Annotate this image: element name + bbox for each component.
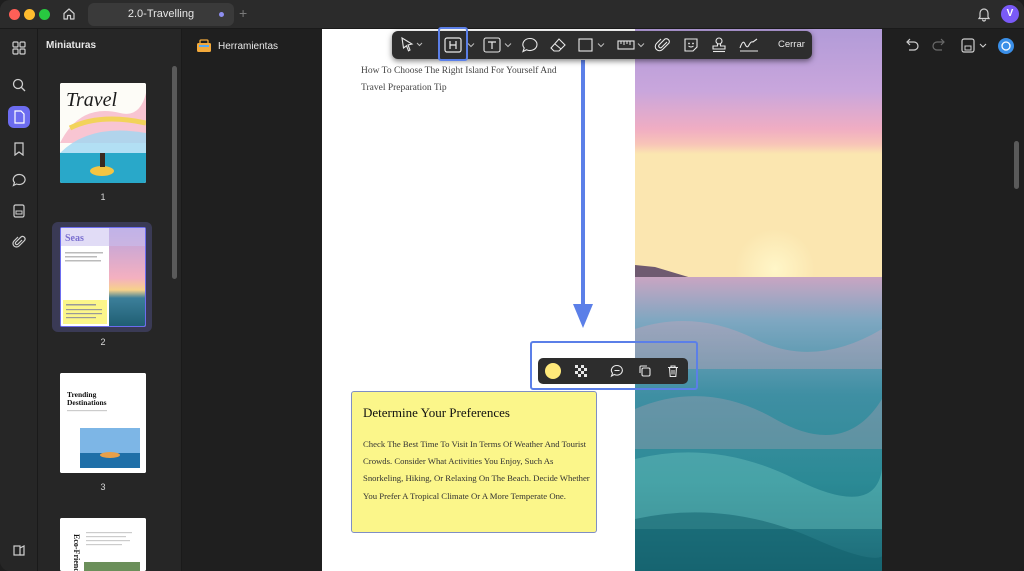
home-icon[interactable] [58,4,80,24]
undo-icon[interactable] [906,38,919,51]
thumbnail-page-1[interactable]: Travel [60,83,146,183]
highlighted-text-block[interactable]: Determine Your Preferences Check The Bes… [351,391,597,533]
right-toolbar [900,35,1022,57]
thumbnail-page-number: 2 [100,337,106,347]
add-comment-icon[interactable] [608,362,626,380]
thumbnails-title: Miniaturas [46,40,97,51]
title-bar: 2.0-Travelling + V [0,0,1024,29]
left-icon-rail [0,29,38,571]
shape-tool-icon[interactable] [577,36,607,54]
document-tab-title: 2.0-Travelling [127,8,195,20]
signature-tool-icon[interactable] [738,36,760,54]
thumbnail-page-4[interactable]: Eco-Friendly [60,518,146,571]
highlight-body: Check The Best Time To Visit In Terms Of… [363,439,590,501]
highlight-options-chevron-icon[interactable] [467,36,475,54]
opacity-checker-icon[interactable] [572,362,590,380]
user-avatar[interactable]: V [1001,5,1019,23]
thumbnail-cover-title: Travel [66,89,118,111]
document-tab[interactable]: 2.0-Travelling [88,3,234,26]
minimize-window-button[interactable] [24,9,35,20]
thumbnails-page-icon[interactable] [8,106,30,128]
thumbnail-page-number: 3 [100,482,106,492]
thumbnail-cover-subtitle: Destinations [67,398,107,407]
pdf-page: How To Choose The Right Island For Yours… [322,29,882,571]
save-dropdown-icon[interactable] [979,43,987,48]
new-tab-button[interactable]: + [239,5,247,21]
notification-bell-icon[interactable] [976,6,992,22]
comment-icon[interactable] [8,169,30,191]
form-field-icon[interactable] [8,200,30,222]
highlight-color-swatch[interactable] [544,362,562,380]
app-window: 2.0-Travelling + V Miniaturas Travel 1 S… [0,0,1024,571]
document-area: Herramientas How To Choose The Right Isl… [182,27,1024,571]
delete-icon[interactable] [664,362,682,380]
document-scrollbar[interactable] [1014,141,1019,189]
thumbnail-page-2[interactable]: Seas [60,227,146,327]
bookmark-icon[interactable] [8,138,30,160]
toolbox-icon [197,39,211,52]
close-toolbar-button[interactable]: Cerrar [778,39,805,50]
ocean-sunset-photo [635,29,882,571]
highlight-heading: Determine Your Preferences [363,405,510,420]
thumbnail-page-number: 1 [100,192,106,202]
select-tool-icon[interactable] [400,36,424,54]
annotation-toolbar: Cerrar [392,27,812,61]
text-box-tool-icon[interactable] [482,36,514,54]
zoom-window-button[interactable] [39,9,50,20]
thumbnail-cover-title: Seas [65,233,84,244]
thumbnails-scrollbar[interactable] [172,66,177,279]
thumbnail-page-3[interactable]: Trending Destinations [60,373,146,473]
thumbnails-panel: Miniaturas Travel 1 Seas 2 Trending Dest… [38,29,182,571]
eraser-tool-icon[interactable] [548,36,568,54]
comment-tool-icon[interactable] [520,36,540,54]
grid-view-icon[interactable] [8,37,30,59]
tools-label: Herramientas [218,40,279,52]
save-icon[interactable] [961,38,975,53]
instruction-arrow [573,60,593,328]
copy-icon[interactable] [636,362,654,380]
close-window-button[interactable] [9,9,20,20]
redo-icon[interactable] [932,38,945,51]
stamp-tool-icon[interactable] [710,36,728,54]
attachment-icon[interactable] [8,231,30,253]
ai-assistant-icon[interactable] [998,38,1014,54]
highlight-properties-popup [538,358,688,384]
measure-tool-icon[interactable] [616,36,646,54]
attach-file-tool-icon[interactable] [654,36,672,54]
active-tool-focus-outline [438,27,468,61]
thumbnail-cover-title: Eco-Friendly [72,534,81,571]
search-icon[interactable] [8,74,30,96]
unsaved-indicator [219,12,224,17]
tools-button[interactable]: Herramientas [190,35,282,57]
sticker-tool-icon[interactable] [682,36,700,54]
layers-icon[interactable] [8,539,30,561]
